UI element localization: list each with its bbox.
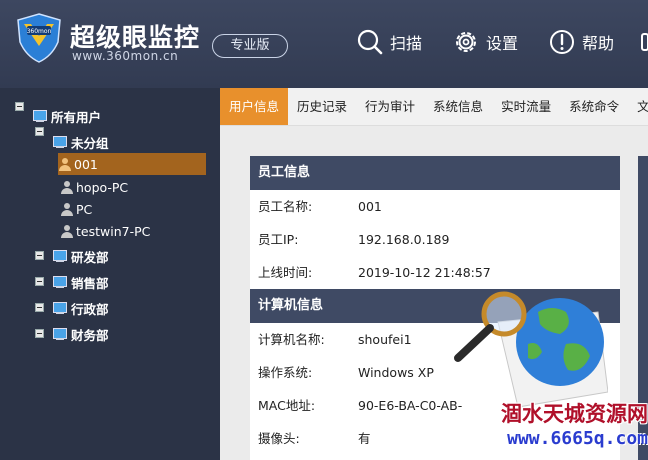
search-icon bbox=[357, 29, 383, 55]
collapse-toggle[interactable] bbox=[35, 303, 44, 312]
app-header: 360mon 超级眼监控 www.360mon.cn 专业版 扫描 设置 帮助 bbox=[0, 0, 648, 88]
monitor-icon bbox=[52, 249, 68, 263]
watermark-url: www.6665q.com bbox=[507, 428, 648, 449]
tree-user-pc[interactable]: PC bbox=[60, 199, 92, 219]
employee-section-title: 员工信息 bbox=[250, 156, 620, 190]
settings-button[interactable]: 设置 bbox=[452, 24, 518, 60]
help-icon bbox=[550, 30, 574, 54]
tab-user-info[interactable]: 用户信息 bbox=[220, 88, 289, 125]
watermark-title: 涸水天城资源网 bbox=[501, 401, 648, 426]
tree-group-finance[interactable]: 财务部 bbox=[52, 324, 109, 344]
collapse-toggle[interactable] bbox=[15, 102, 24, 111]
collapse-toggle[interactable] bbox=[35, 127, 44, 136]
info-label: 计算机名称: bbox=[258, 332, 325, 347]
user-icon bbox=[60, 224, 74, 238]
help-button[interactable]: 帮助 bbox=[548, 24, 614, 60]
tab-behavior-audit[interactable]: 行为审计 bbox=[356, 88, 424, 125]
tab-system-info[interactable]: 系统信息 bbox=[424, 88, 492, 125]
info-row: 员工IP: 192.168.0.189 bbox=[250, 223, 620, 256]
collapse-toggle[interactable] bbox=[35, 277, 44, 286]
tree-root[interactable]: 所有用户 bbox=[32, 106, 101, 126]
info-label: MAC地址: bbox=[258, 398, 316, 413]
info-value: shoufei1 bbox=[358, 332, 412, 347]
scan-label: 扫描 bbox=[390, 34, 423, 53]
scan-button[interactable]: 扫描 bbox=[356, 24, 422, 60]
info-row: 员工名称: 001 bbox=[250, 190, 620, 223]
help-label: 帮助 bbox=[582, 34, 615, 53]
tree-user-hopo-pc[interactable]: hopo-PC bbox=[60, 177, 128, 197]
collapse-toggle[interactable] bbox=[35, 251, 44, 260]
info-label: 员工名称: bbox=[258, 199, 313, 214]
user-icon bbox=[58, 157, 72, 171]
info-label: 摄像头: bbox=[258, 431, 300, 446]
info-value: 有 bbox=[358, 431, 371, 446]
info-label: 上线时间: bbox=[258, 265, 313, 280]
info-value: Windows XP bbox=[358, 365, 434, 380]
monitor-icon bbox=[52, 135, 68, 149]
info-label: 操作系统: bbox=[258, 365, 313, 380]
tab-file[interactable]: 文 bbox=[628, 88, 648, 125]
monitor-icon bbox=[52, 327, 68, 341]
monitor-icon bbox=[32, 109, 48, 123]
svg-text:360mon: 360mon bbox=[27, 28, 52, 35]
info-label: 员工IP: bbox=[258, 232, 299, 247]
user-icon bbox=[60, 180, 74, 194]
tree-group-ungrouped[interactable]: 未分组 bbox=[52, 132, 109, 152]
tree-group-sales[interactable]: 销售部 bbox=[52, 272, 109, 292]
edition-badge: 专业版 bbox=[212, 34, 288, 58]
tree-group-rd[interactable]: 研发部 bbox=[52, 246, 109, 266]
info-value: 001 bbox=[358, 199, 382, 214]
tree-user-testwin7-pc[interactable]: testwin7-PC bbox=[60, 221, 150, 241]
tab-bar: 用户信息 历史记录 行为审计 系统信息 实时流量 系统命令 文 bbox=[220, 88, 648, 126]
app-url: www.360mon.cn bbox=[72, 49, 179, 63]
watermark: 涸水天城资源网 www.6665q.com bbox=[452, 398, 648, 449]
tab-system-command[interactable]: 系统命令 bbox=[560, 88, 628, 125]
globe-magnifier-icon bbox=[454, 291, 608, 408]
tree-user-001[interactable]: 001 bbox=[58, 153, 206, 175]
logo-shield-icon: 360mon bbox=[17, 13, 61, 63]
monitor-icon bbox=[52, 301, 68, 315]
settings-label: 设置 bbox=[486, 34, 519, 53]
user-tree: 所有用户 未分组 001 hopo-PC PC testwin7-PC 研发部 … bbox=[0, 88, 220, 460]
info-value: 90-E6-BA-C0-AB- bbox=[358, 398, 463, 413]
tab-realtime-traffic[interactable]: 实时流量 bbox=[492, 88, 560, 125]
tab-history[interactable]: 历史记录 bbox=[288, 88, 356, 125]
info-value: 192.168.0.189 bbox=[358, 232, 450, 247]
more-icon[interactable] bbox=[640, 30, 648, 54]
user-icon bbox=[60, 202, 74, 216]
gear-icon bbox=[456, 32, 476, 52]
monitor-icon bbox=[52, 275, 68, 289]
collapse-toggle[interactable] bbox=[35, 329, 44, 338]
tree-group-admin[interactable]: 行政部 bbox=[52, 298, 109, 318]
